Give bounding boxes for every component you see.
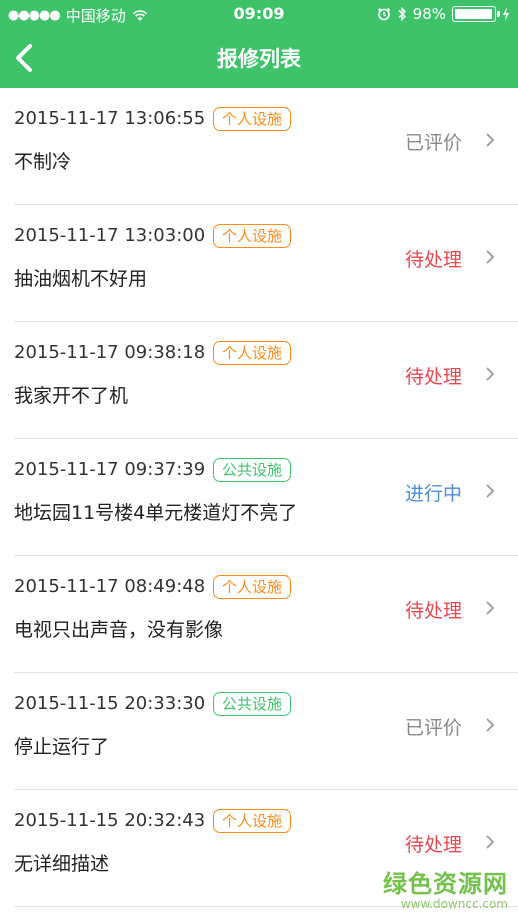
repair-list-item[interactable]: 2015-11-17 09:38:18 个人设施我家开不了机 待处理 (0, 322, 518, 439)
app-header: ●●●●● 中国移动 09:09 98% 报修列表 (0, 0, 518, 88)
chevron-right-icon (486, 718, 495, 732)
repair-status: 进行中 (404, 483, 462, 505)
chevron-right-icon (486, 367, 495, 381)
facility-type-tag: 个人设施 (213, 341, 292, 365)
repair-time: 2015-11-17 09:38:18 (14, 342, 206, 363)
repair-description: 无详细描述 (14, 853, 110, 875)
facility-type-tag: 个人设施 (213, 575, 292, 599)
repair-list-item[interactable]: 2015-11-17 13:03:00 个人设施抽油烟机不好用 待处理 (0, 205, 518, 322)
repair-description: 停止运行了 (14, 736, 110, 758)
repair-list-item[interactable]: 2015-11-17 09:37:39 公共设施地坛园11号楼4单元楼道灯不亮了 进… (0, 439, 518, 556)
repair-time: 2015-11-15 20:33:30 (14, 693, 206, 714)
chevron-right-icon (486, 601, 495, 615)
charging-bolt-icon (503, 7, 509, 21)
chevron-right-icon (486, 484, 495, 498)
repair-status: 待处理 (404, 249, 462, 271)
watermark-main: 绿色资源网 (383, 870, 508, 898)
chevron-right-icon (486, 835, 495, 849)
navigation-bar: 报修列表 (0, 30, 518, 88)
repair-time: 2015-11-15 20:32:43 (14, 810, 206, 831)
repair-status: 待处理 (404, 600, 462, 622)
watermark-sub: www.downcc.com (400, 897, 508, 911)
alarm-clock-icon (377, 7, 390, 21)
repair-list: 2015-11-17 13:06:55 个人设施 不制冷 已评价 2015-11-17 … (0, 88, 518, 907)
repair-list-item[interactable]: 2015-11-17 08:49:48 个人设施电视只出声音，没有影像 待处理 (0, 556, 518, 673)
repair-status: 已评价 (404, 717, 462, 739)
repair-status: 待处理 (404, 834, 462, 856)
chevron-right-icon (486, 133, 495, 147)
repair-description: 抽油烟机不好用 (14, 268, 148, 290)
page-title: 报修列表 (217, 47, 301, 71)
repair-description: 我家开不了机 (14, 385, 129, 407)
facility-type-tag: 公共设施 (213, 458, 292, 482)
battery-icon (452, 6, 500, 22)
facility-type-tag: 个人设施 (213, 224, 292, 248)
repair-status: 待处理 (404, 366, 462, 388)
facility-type-tag: 个人设施 (213, 107, 292, 131)
bluetooth-icon (398, 6, 406, 22)
repair-list-item[interactable]: 2015-11-15 20:33:30 公共设施停止运行了 已评价 (0, 673, 518, 790)
repair-time: 2015-11-17 08:49:48 (14, 576, 206, 597)
repair-description: 不制冷 (14, 151, 72, 173)
status-bar: ●●●●● 中国移动 09:09 98% (0, 0, 518, 30)
repair-status: 已评价 (404, 132, 462, 154)
chevron-right-icon (486, 250, 495, 264)
repair-description: 地坛园11号楼4单元楼道灯不亮了 (14, 502, 298, 524)
repair-time: 2015-11-17 13:03:00 (14, 225, 206, 246)
facility-type-tag: 公共设施 (213, 692, 292, 716)
battery-percent: 98% (412, 5, 446, 23)
repair-time: 2015-11-17 13:06:55 (14, 108, 206, 129)
battery-level-fill (455, 9, 493, 19)
facility-type-tag: 个人设施 (213, 809, 292, 833)
watermark-logo: 绿色资源网 www.downcc.com (383, 864, 508, 911)
repair-time: 2015-11-17 09:37:39 (14, 459, 206, 480)
repair-list-item[interactable]: 2015-11-17 13:06:55 个人设施不制冷 已评价 (0, 88, 518, 205)
repair-description: 电视只出声音，没有影像 (14, 619, 224, 641)
